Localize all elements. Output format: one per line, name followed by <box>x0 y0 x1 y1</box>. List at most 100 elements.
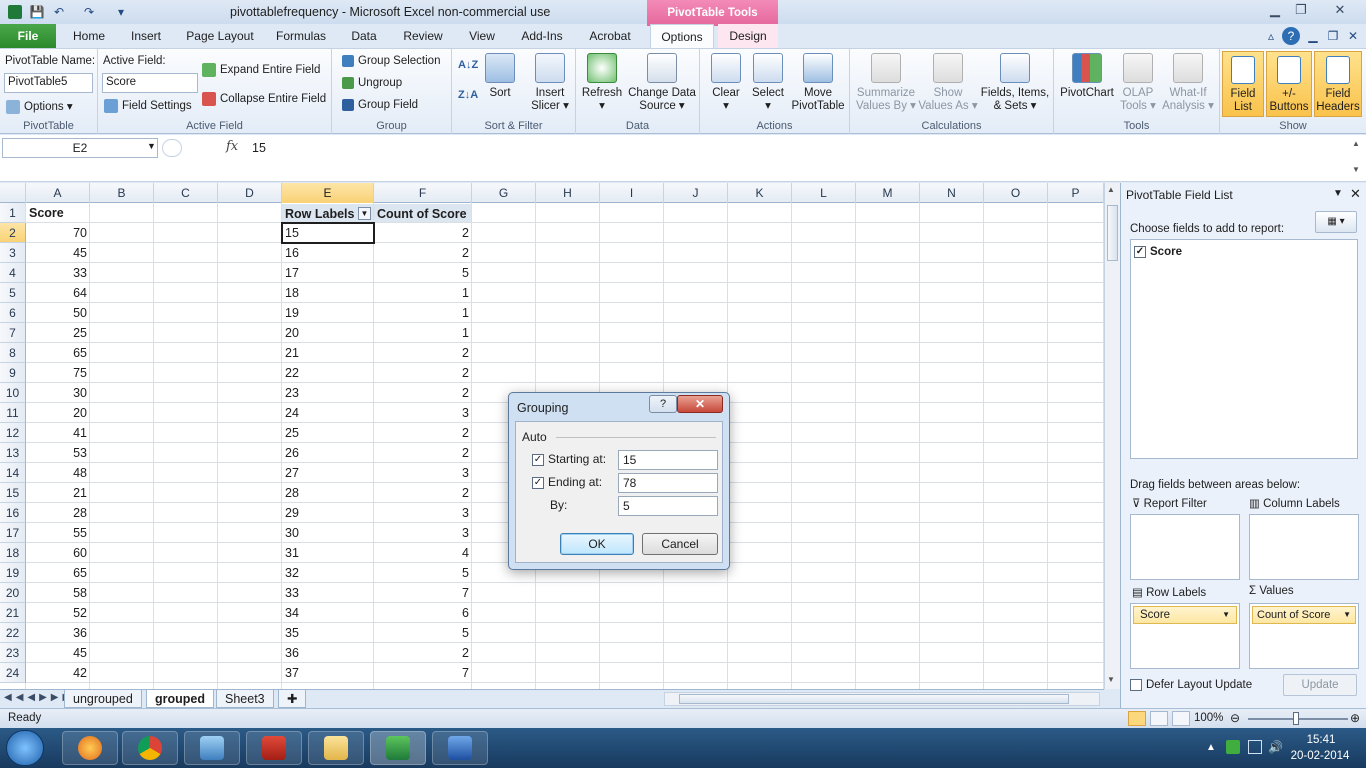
row-label-cell[interactable]: 33 <box>282 583 374 603</box>
group-field-button[interactable]: Group Field <box>342 99 418 111</box>
count-cell[interactable]: 5 <box>374 623 472 643</box>
formula-input[interactable]: 15 <box>252 141 266 155</box>
sheet-tab-ungrouped[interactable]: ungrouped <box>64 690 142 708</box>
sort-button[interactable]: Sort <box>484 53 516 100</box>
row-label-cell[interactable]: 19 <box>282 303 374 323</box>
score-cell[interactable]: 30 <box>26 383 90 403</box>
ending-at-checkbox[interactable]: ✓ <box>532 476 544 489</box>
tab-review[interactable]: Review <box>398 24 448 48</box>
count-cell[interactable]: 2 <box>374 443 472 463</box>
row-header[interactable]: 11 <box>0 403 26 423</box>
change-data-source-button[interactable]: Change Data Source ▾ <box>626 53 698 113</box>
score-cell[interactable]: 70 <box>26 223 90 243</box>
row-label-cell[interactable]: 30 <box>282 523 374 543</box>
score-cell[interactable]: 45 <box>26 643 90 663</box>
count-cell[interactable]: 3 <box>374 463 472 483</box>
sort-az-icon[interactable]: A↓Z <box>458 59 478 71</box>
tab-acrobat[interactable]: Acrobat <box>582 24 638 48</box>
score-cell[interactable]: 60 <box>26 543 90 563</box>
score-cell[interactable]: 50 <box>26 303 90 323</box>
name-box-dropdown-icon[interactable]: ▼ <box>147 141 156 151</box>
save-icon[interactable]: 💾 <box>28 3 46 21</box>
count-cell[interactable]: 2 <box>374 363 472 383</box>
row-header[interactable]: 6 <box>0 303 26 323</box>
count-cell[interactable]: 2 <box>374 343 472 363</box>
row-header[interactable]: 20 <box>0 583 26 603</box>
normal-view-icon[interactable] <box>1128 711 1146 726</box>
tab-insert[interactable]: Insert <box>124 24 168 48</box>
count-cell[interactable]: 5 <box>374 563 472 583</box>
new-sheet-icon[interactable]: ✚ <box>278 690 306 708</box>
vertical-scroll-thumb[interactable] <box>1107 205 1118 261</box>
tab-formulas[interactable]: Formulas <box>272 24 330 48</box>
formula-bar-expand-icon[interactable] <box>162 139 182 157</box>
row-header[interactable]: 12 <box>0 423 26 443</box>
refresh-button[interactable]: Refresh ▾ <box>580 53 624 113</box>
tab-design[interactable]: Design <box>718 24 778 48</box>
row-header[interactable]: 5 <box>0 283 26 303</box>
horizontal-scrollbar[interactable] <box>664 692 1100 706</box>
field-list-close-icon[interactable]: ✕ <box>1350 186 1361 202</box>
vertical-scrollbar[interactable]: ▲ ▼ <box>1104 183 1120 689</box>
count-cell[interactable]: 2 <box>374 383 472 403</box>
page-layout-view-icon[interactable] <box>1150 711 1168 726</box>
column-header-l[interactable]: L <box>792 183 856 203</box>
row-label-cell[interactable]: 31 <box>282 543 374 563</box>
row-label-cell[interactable]: 25 <box>282 423 374 443</box>
options-button[interactable]: Options ▾ <box>6 99 73 114</box>
insert-slicer-button[interactable]: Insert Slicer ▾ <box>528 53 572 113</box>
clock-time[interactable]: 15:41 <box>1296 734 1346 746</box>
minimize-ribbon-icon[interactable]: ▵ <box>1262 27 1280 45</box>
column-header-e[interactable]: E <box>282 183 374 203</box>
score-cell[interactable]: 36 <box>26 623 90 643</box>
score-cell[interactable]: 65 <box>26 563 90 583</box>
row-label-cell[interactable]: 26 <box>282 443 374 463</box>
tab-home[interactable]: Home <box>66 24 112 48</box>
taskbar-explorer[interactable] <box>308 731 364 765</box>
row-label-cell[interactable]: 20 <box>282 323 374 343</box>
starting-at-input[interactable]: 15 <box>618 450 718 470</box>
cell-a1[interactable]: Score <box>26 203 90 223</box>
tab-file[interactable]: File <box>0 24 56 48</box>
excel-app-icon[interactable] <box>6 3 24 21</box>
score-cell[interactable]: 64 <box>26 283 90 303</box>
ending-at-option[interactable]: ✓ Ending at: <box>532 475 602 489</box>
filter-dropdown-icon[interactable]: ▼ <box>358 207 371 220</box>
column-header-n[interactable]: N <box>920 183 984 203</box>
row-header[interactable]: 24 <box>0 663 26 683</box>
row-header[interactable]: 10 <box>0 383 26 403</box>
row-header[interactable]: 15 <box>0 483 26 503</box>
pivotchart-button[interactable]: PivotChart <box>1058 53 1116 100</box>
starting-at-option[interactable]: ✓ Starting at: <box>532 452 606 466</box>
score-cell[interactable]: 55 <box>26 523 90 543</box>
select-button[interactable]: Select ▾ <box>748 53 788 113</box>
tab-view[interactable]: View <box>462 24 502 48</box>
defer-layout-update[interactable]: Defer Layout Update <box>1130 679 1252 691</box>
redo-icon[interactable]: ↷ <box>80 3 98 21</box>
row-label-cell[interactable]: 21 <box>282 343 374 363</box>
plus-minus-buttons-toggle[interactable]: +/- Buttons <box>1266 51 1312 117</box>
sort-za-icon[interactable]: Z↓A <box>458 89 478 101</box>
horizontal-scroll-thumb[interactable] <box>679 694 1069 704</box>
starting-at-checkbox[interactable]: ✓ <box>532 453 544 466</box>
row-header[interactable]: 16 <box>0 503 26 523</box>
row-label-cell[interactable]: 28 <box>282 483 374 503</box>
row-header[interactable]: 17 <box>0 523 26 543</box>
column-header-o[interactable]: O <box>984 183 1048 203</box>
tab-page-layout[interactable]: Page Layout <box>182 24 258 48</box>
row-field-score-chip[interactable]: Score ▼ <box>1133 606 1237 624</box>
select-all-corner[interactable] <box>0 183 26 203</box>
by-input[interactable]: 5 <box>618 496 718 516</box>
page-break-view-icon[interactable] <box>1172 711 1190 726</box>
count-cell[interactable]: 2 <box>374 423 472 443</box>
defer-layout-checkbox[interactable] <box>1130 679 1142 691</box>
score-cell[interactable]: 52 <box>26 603 90 623</box>
row-label-cell[interactable]: 27 <box>282 463 374 483</box>
row-label-cell[interactable]: 32 <box>282 563 374 583</box>
ok-button[interactable]: OK <box>560 533 634 555</box>
clear-button[interactable]: Clear ▾ <box>706 53 746 113</box>
show-values-as-button[interactable]: Show Values As ▾ <box>918 53 978 113</box>
row-label-cell[interactable]: 15 <box>282 223 374 243</box>
row-header[interactable]: 22 <box>0 623 26 643</box>
column-header-b[interactable]: B <box>90 183 154 203</box>
